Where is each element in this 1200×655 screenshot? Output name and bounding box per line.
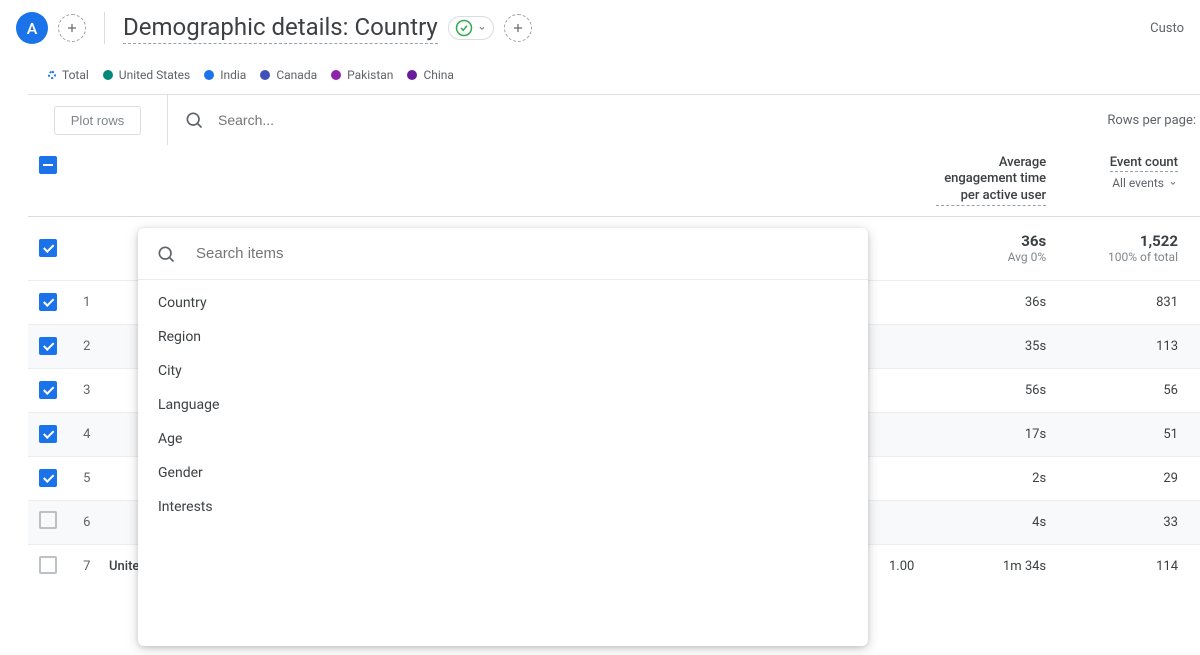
legend-item[interactable]: United States — [103, 68, 190, 82]
plot-rows-button[interactable]: Plot rows — [54, 106, 141, 135]
cell-value: 831 — [1068, 280, 1200, 324]
rows-per-page-label: Rows per page: — [1107, 113, 1200, 128]
cell-value: 2s — [936, 456, 1068, 500]
date-range-label[interactable]: Custo — [1150, 21, 1184, 36]
dropdown-item-interests[interactable]: Interests — [138, 490, 868, 524]
dropdown-item-city[interactable]: City — [138, 354, 868, 388]
row-index: 3 — [69, 368, 105, 412]
row-checkbox[interactable] — [39, 381, 57, 399]
divider — [104, 12, 105, 44]
cell-value: 29 — [1068, 456, 1200, 500]
cell-value: 33 — [1068, 500, 1200, 544]
cell-value: 51 — [1068, 412, 1200, 456]
row-index: 4 — [69, 412, 105, 456]
cell-subvalue: Avg 0% — [936, 250, 1046, 264]
column-header[interactable]: Average engagement time per active user — [936, 155, 1046, 206]
legend-item[interactable]: Pakistan — [331, 68, 393, 82]
status-dropdown[interactable] — [448, 16, 494, 40]
row-index: 6 — [69, 500, 105, 544]
dimension-dropdown: Country Region City Language Age Gender … — [138, 228, 868, 646]
row-checkbox[interactable] — [39, 425, 57, 443]
cell-value: 113 — [1068, 324, 1200, 368]
dropdown-item-gender[interactable]: Gender — [138, 456, 868, 490]
search-icon — [156, 244, 176, 264]
cell-value: 36s — [936, 280, 1068, 324]
chevron-down-icon — [1168, 178, 1178, 188]
dropdown-item-country[interactable]: Country — [138, 286, 868, 320]
dropdown-item-language[interactable]: Language — [138, 388, 868, 422]
cell-value: 56s — [936, 368, 1068, 412]
chart-legend: Total United States India Canada Pakista… — [28, 56, 1200, 94]
dropdown-item-region[interactable]: Region — [138, 320, 868, 354]
cell-subvalue: 100% of total — [1068, 250, 1178, 264]
cell-value: 17s — [936, 412, 1068, 456]
legend-item[interactable]: Canada — [260, 68, 317, 82]
row-index: 7 — [69, 544, 105, 588]
row-checkbox[interactable] — [39, 556, 57, 574]
dropdown-item-age[interactable]: Age — [138, 422, 868, 456]
legend-item[interactable]: Total — [48, 68, 89, 82]
table-search-input[interactable] — [218, 112, 468, 128]
dropdown-search-input[interactable] — [196, 245, 496, 262]
event-count-filter[interactable]: All events — [1068, 176, 1178, 190]
row-checkbox[interactable] — [39, 511, 57, 529]
add-segment-button[interactable] — [58, 14, 86, 42]
row-index: 1 — [69, 280, 105, 324]
cell-value: 36s — [936, 232, 1046, 250]
segment-chip[interactable]: A — [16, 12, 48, 44]
cell-value: 1,522 — [1068, 232, 1178, 250]
row-index: 2 — [69, 324, 105, 368]
check-circle-icon — [455, 19, 473, 37]
legend-item[interactable]: India — [204, 68, 246, 82]
page-title[interactable]: Demographic details: Country — [123, 13, 438, 44]
row-checkbox[interactable] — [39, 337, 57, 355]
cell-value: 114 — [1068, 544, 1200, 588]
chevron-down-icon — [477, 19, 487, 37]
row-index: 5 — [69, 456, 105, 500]
cell-value: 4s — [936, 500, 1068, 544]
row-checkbox[interactable] — [39, 469, 57, 487]
row-checkbox[interactable] — [39, 239, 57, 257]
legend-item[interactable]: China — [407, 68, 454, 82]
select-all-checkbox[interactable] — [39, 156, 57, 174]
add-dimension-button[interactable] — [504, 14, 532, 42]
cell-value: 1m 34s — [936, 544, 1068, 588]
cell-value: 56 — [1068, 368, 1200, 412]
search-icon — [184, 110, 204, 130]
cell-value: 35s — [936, 324, 1068, 368]
row-checkbox[interactable] — [39, 293, 57, 311]
column-header[interactable]: Event count — [1110, 155, 1178, 172]
